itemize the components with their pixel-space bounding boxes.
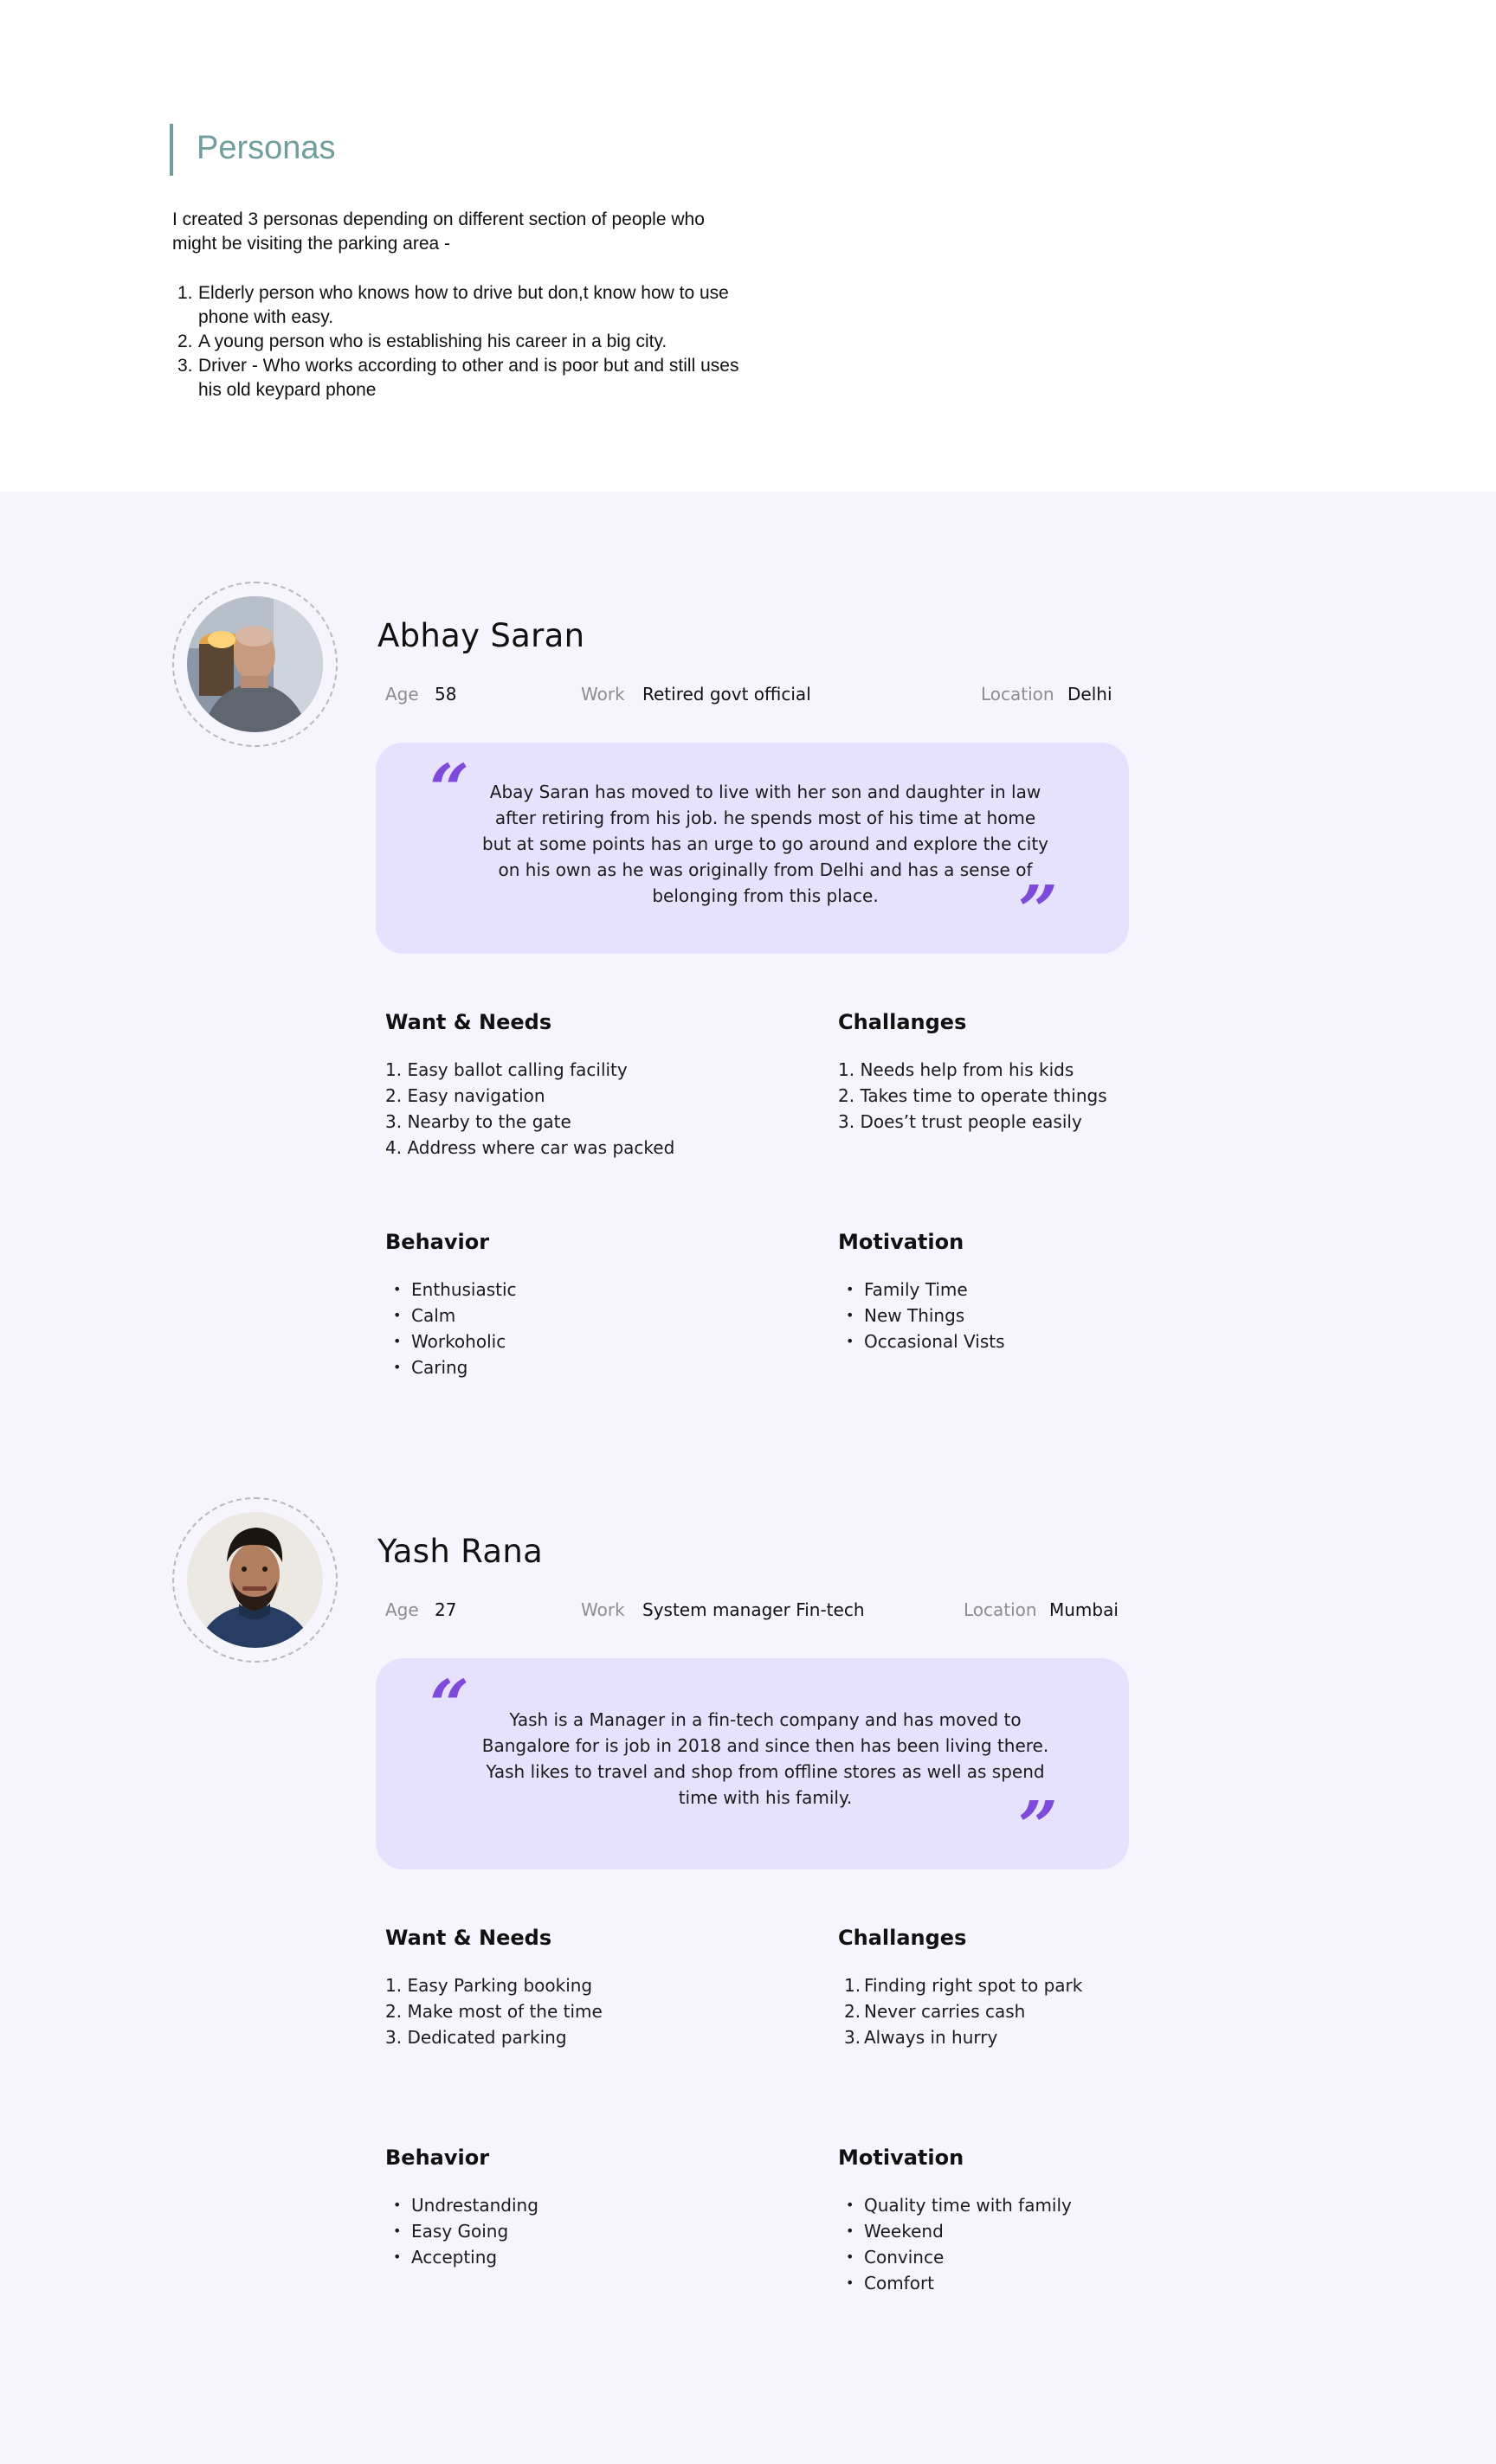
- open-quote-icon: “: [429, 1664, 470, 1746]
- motivation-list: Family Time New Things Occasional Vists: [838, 1277, 1184, 1354]
- location-label: Location: [981, 684, 1054, 704]
- motivation-list: Quality time with family Weekend Convinc…: [838, 2192, 1184, 2296]
- list-item: Easy Going: [385, 2218, 732, 2244]
- list-item: Family Time: [838, 1277, 1184, 1303]
- work-value: System manager Fin-tech: [642, 1599, 865, 1620]
- intro-paragraph: I created 3 personas depending on differ…: [172, 209, 705, 254]
- quote-card: “ Yash is a Manager in a fin-tech compan…: [376, 1658, 1129, 1869]
- list-item: Calm: [385, 1303, 732, 1329]
- avatar-photo-icon: [187, 1512, 323, 1648]
- wants-title: Want & Needs: [385, 1926, 552, 1950]
- list-item: 2. Takes time to operate things: [838, 1085, 1107, 1106]
- persona-quote: Yash is a Manager in a fin-tech company …: [481, 1709, 1049, 1808]
- persona-summary-list: 1. Elderly person who knows how to drive …: [172, 281, 744, 402]
- behavior-title: Behavior: [385, 1230, 490, 1254]
- intro-section: Personas I created 3 personas depending …: [0, 0, 1496, 492]
- close-quote-icon: ”: [1017, 1785, 1058, 1867]
- list-item: 3. Driver - Who works according to other …: [177, 356, 739, 400]
- list-item: Accepting: [385, 2244, 732, 2270]
- list-item: New Things: [838, 1303, 1184, 1329]
- behavior-list: Enthusiastic Calm Workoholic Caring: [385, 1277, 732, 1380]
- open-quote-icon: “: [429, 749, 470, 830]
- list-item: Convince: [838, 2244, 1184, 2270]
- wants-list: 1. Easy ballot calling facility 2. Easy …: [385, 1057, 801, 1161]
- quote-card: “ Abay Saran has moved to live with her …: [376, 743, 1129, 954]
- age-label: Age: [385, 684, 419, 704]
- list-item: 3. Always in hurry: [844, 2027, 998, 2048]
- list-item: Enthusiastic: [385, 1277, 732, 1303]
- location-label: Location: [964, 1599, 1037, 1620]
- list-item: 3. Does’t trust people easily: [838, 1111, 1082, 1132]
- challenges-list: 1. Finding right spot to park 2. Never car…: [838, 1972, 1184, 2050]
- work-label: Work: [581, 1599, 625, 1620]
- wants-title: Want & Needs: [385, 1010, 552, 1034]
- list-item: 1. Easy ballot calling facility: [385, 1059, 628, 1080]
- motivation-title: Motivation: [838, 1230, 964, 1254]
- list-item: 3. Nearby to the gate: [385, 1111, 571, 1132]
- age-value: 58: [435, 684, 457, 704]
- age-value: 27: [435, 1599, 457, 1620]
- age-label: Age: [385, 1599, 419, 1620]
- list-item: 1. Needs help from his kids: [838, 1059, 1074, 1080]
- persona-name: Yash Rana: [377, 1533, 544, 1570]
- behavior-list: Undrestanding Easy Going Accepting: [385, 2192, 732, 2270]
- list-item: 2. Make most of the time: [385, 2001, 603, 2022]
- list-item: 1. Finding right spot to park: [844, 1975, 1083, 1996]
- persona-name: Abhay Saran: [377, 617, 585, 654]
- location-value: Delhi: [1067, 684, 1112, 704]
- list-item: Weekend: [838, 2218, 1184, 2244]
- persona-quote: Abay Saran has moved to live with her so…: [481, 782, 1049, 906]
- list-item: 1. Elderly person who knows how to drive …: [177, 283, 729, 327]
- behavior-title: Behavior: [385, 2146, 490, 2170]
- challenges-list: 1. Needs help from his kids 2. Takes tim…: [838, 1057, 1184, 1135]
- list-item: Workoholic: [385, 1329, 732, 1354]
- work-value: Retired govt official: [642, 684, 811, 704]
- list-item: Quality time with family: [838, 2192, 1184, 2218]
- list-item: Comfort: [838, 2270, 1184, 2296]
- avatar-photo-icon: [187, 596, 323, 732]
- list-item: 2. A young person who is establishing his…: [177, 331, 667, 351]
- challenges-title: Challanges: [838, 1926, 967, 1950]
- motivation-title: Motivation: [838, 2146, 964, 2170]
- close-quote-icon: ”: [1017, 870, 1058, 951]
- list-item: 2. Easy navigation: [385, 1085, 545, 1106]
- location-value: Mumbai: [1049, 1599, 1119, 1620]
- work-label: Work: [581, 684, 625, 704]
- page-title: Personas: [197, 130, 336, 166]
- list-item: 3. Dedicated parking: [385, 2027, 567, 2048]
- avatar-abhay: [187, 596, 323, 732]
- list-item: Caring: [385, 1354, 732, 1380]
- challenges-title: Challanges: [838, 1010, 967, 1034]
- list-item: Occasional Vists: [838, 1329, 1184, 1354]
- list-item: 4. Address where car was packed: [385, 1137, 675, 1158]
- list-item: 2. Never carries cash: [844, 2001, 1026, 2022]
- list-item: Undrestanding: [385, 2192, 732, 2218]
- list-item: 1. Easy Parking booking: [385, 1975, 593, 1996]
- wants-list: 1. Easy Parking booking 2. Make most of …: [385, 1972, 801, 2050]
- avatar-yash: [187, 1512, 323, 1648]
- title-accent-bar: [170, 124, 173, 176]
